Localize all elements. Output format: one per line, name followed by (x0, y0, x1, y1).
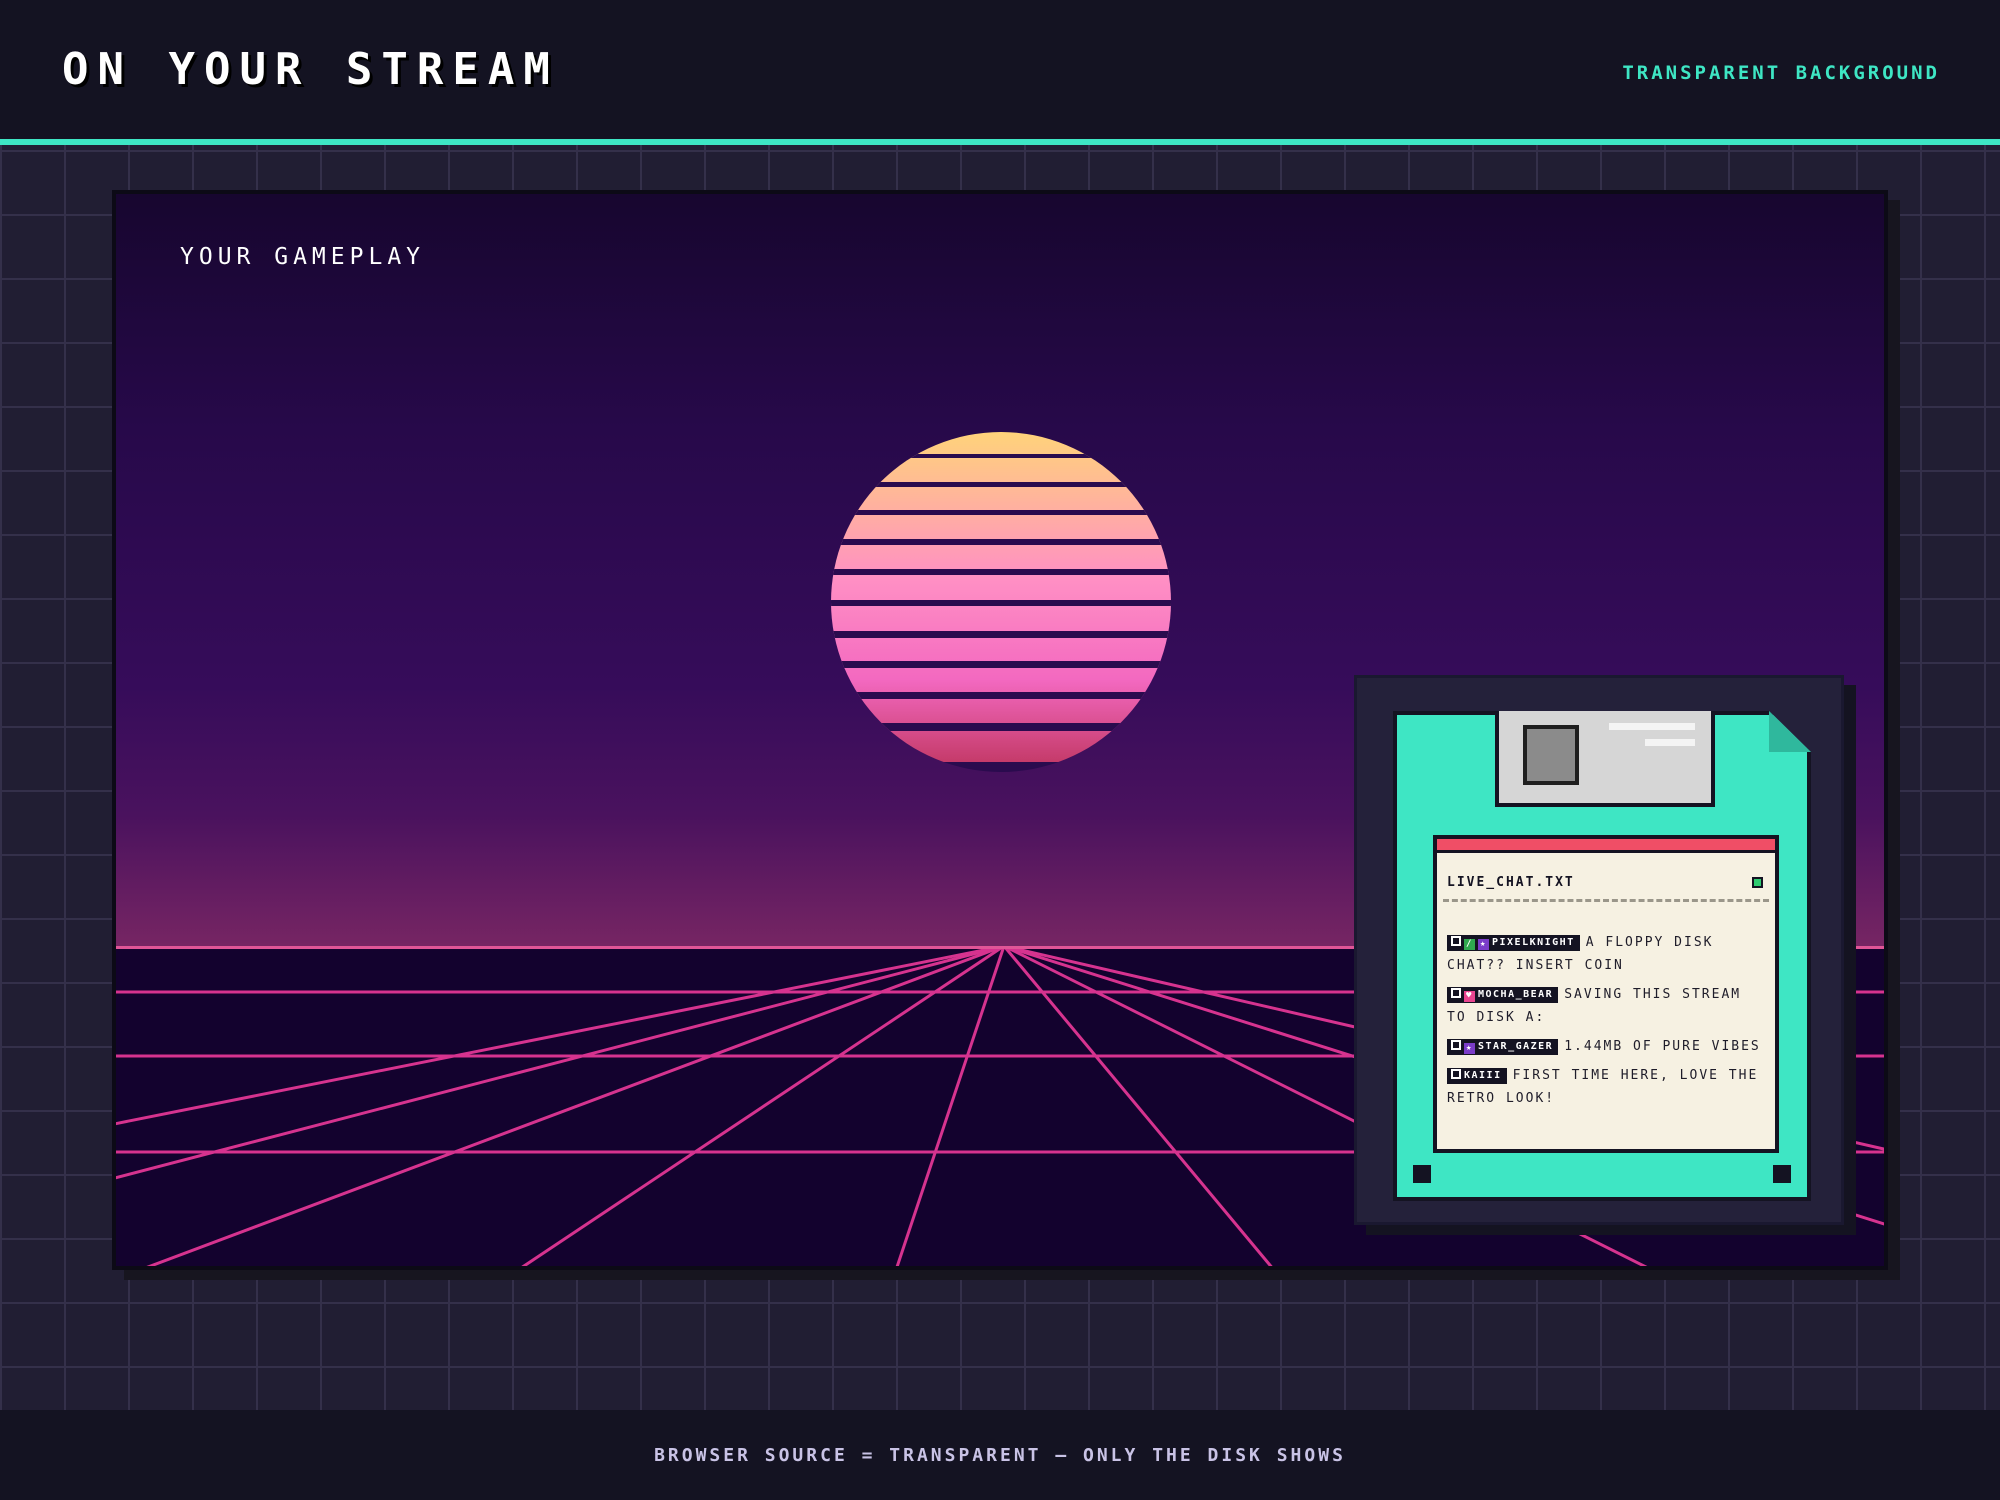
label-divider (1443, 899, 1769, 902)
disk-label: LIVE_CHAT.TXT / ★ PIXELKNIGHT A FLOPPY DISK… (1433, 835, 1779, 1153)
chat-message: ♥ MOCHA_BEAR SAVING THIS STREAM TO DISK A: (1447, 983, 1769, 1029)
label-stripe (1437, 839, 1775, 853)
username-tag: / ★ PIXELKNIGHT (1447, 935, 1580, 951)
square-badge-icon (1451, 936, 1461, 946)
disk-shutter (1495, 711, 1715, 807)
star-badge-icon: ★ (1478, 939, 1489, 950)
page-title: ON YOUR STREAM (62, 44, 559, 95)
square-badge-icon (1451, 1069, 1461, 1079)
chat-username: KAIII (1464, 1070, 1502, 1081)
footer-bar: BROWSER SOURCE = TRANSPARENT — ONLY THE … (0, 1410, 2000, 1500)
heart-badge-icon: ♥ (1464, 991, 1475, 1002)
chat-text: 1.44MB OF PURE VIBES (1564, 1039, 1761, 1054)
disk-hole (1413, 1165, 1431, 1183)
chat-message: ★ STAR_GAZER 1.44MB OF PURE VIBES (1447, 1035, 1769, 1058)
footer-note: BROWSER SOURCE = TRANSPARENT — ONLY THE … (654, 1445, 1346, 1466)
status-led-icon (1752, 877, 1763, 888)
chat-username: STAR_GAZER (1478, 1041, 1554, 1052)
floppy-disk-icon: LIVE_CHAT.TXT / ★ PIXELKNIGHT A FLOPPY DISK… (1393, 711, 1811, 1201)
square-badge-icon (1451, 988, 1461, 998)
shutter-window (1523, 725, 1579, 785)
chat-message: / ★ PIXELKNIGHT A FLOPPY DISK CHAT?? INSERT… (1447, 931, 1769, 977)
shutter-detail (1609, 723, 1695, 730)
square-badge-icon (1451, 1040, 1461, 1050)
chat-username: PIXELKNIGHT (1492, 937, 1575, 948)
floppy-chat-widget: LIVE_CHAT.TXT / ★ PIXELKNIGHT A FLOPPY DISK… (1354, 675, 1844, 1225)
username-tag: ★ STAR_GAZER (1447, 1039, 1559, 1055)
sword-badge-icon: / (1464, 939, 1475, 950)
chat-file-name: LIVE_CHAT.TXT (1447, 875, 1575, 890)
chat-message-list: / ★ PIXELKNIGHT A FLOPPY DISK CHAT?? INSERT… (1447, 931, 1769, 1116)
disk-hole (1773, 1165, 1791, 1183)
star-badge-icon: ★ (1464, 1043, 1475, 1054)
header-bar: ON YOUR STREAM TRANSPARENT BACKGROUND (0, 0, 2000, 145)
transparent-background-tag: TRANSPARENT BACKGROUND (1622, 62, 1940, 84)
synthwave-sun-icon (831, 432, 1171, 772)
username-tag: KAIII (1447, 1068, 1507, 1084)
gameplay-label: YOUR GAMEPLAY (180, 244, 426, 270)
username-tag: ♥ MOCHA_BEAR (1447, 987, 1559, 1003)
shutter-detail (1645, 739, 1695, 746)
chat-message: KAIII FIRST TIME HERE, LOVE THE RETRO LOO… (1447, 1064, 1769, 1110)
chat-username: MOCHA_BEAR (1478, 989, 1554, 1000)
